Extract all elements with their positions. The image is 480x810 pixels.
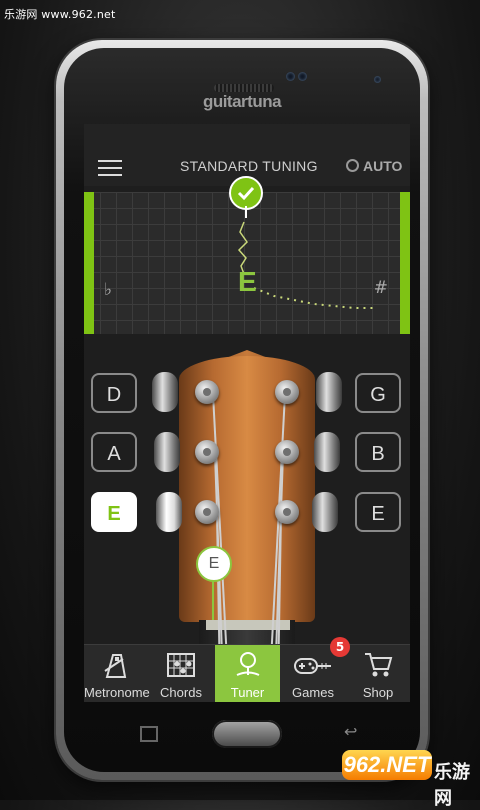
string-button-b[interactable]: B — [355, 432, 401, 472]
auto-mode-label: AUTO — [363, 158, 403, 174]
tuning-peg-icon — [195, 380, 219, 404]
tuner-icon — [236, 652, 259, 676]
tuning-meter: ♭ # E — [84, 192, 410, 334]
sensor-icon — [298, 72, 307, 81]
string-button-g[interactable]: G — [355, 373, 401, 413]
tab-label: Chords — [160, 685, 202, 700]
chords-icon — [167, 653, 195, 677]
recent-apps-icon[interactable] — [140, 726, 158, 742]
sensor-icon — [286, 72, 295, 81]
app-screen: STANDARD TUNING AUTO ♭ # E D A E G B E E… — [84, 124, 410, 702]
tab-shop[interactable]: Shop — [346, 645, 410, 702]
earpiece-speaker — [214, 84, 274, 92]
home-button[interactable] — [212, 720, 282, 748]
tuning-knob[interactable] — [314, 432, 340, 472]
cart-icon — [365, 653, 393, 677]
watermark-logo: 962.NET — [342, 750, 432, 780]
gamepad-guitar-icon — [294, 658, 331, 674]
tuning-knob-active[interactable] — [156, 492, 182, 532]
tuning-peg-icon — [195, 500, 219, 524]
radio-circle-icon — [346, 159, 359, 172]
detected-note: E — [238, 266, 257, 297]
auto-mode-toggle[interactable]: AUTO — [346, 158, 402, 174]
in-tune-check-icon — [229, 176, 263, 218]
watermark-text: 乐游网 — [434, 762, 470, 809]
tab-chords[interactable]: Chords — [148, 645, 214, 702]
device-brand: guitartuna — [202, 92, 282, 111]
bottom-tab-bar: Metronome Chords Tuner Games 5 Shop — [84, 637, 410, 702]
string-button-high-e[interactable]: E — [355, 492, 401, 532]
tuning-knob[interactable] — [152, 372, 178, 412]
phone-bezel: guitartuna STANDARD TUNING AUTO ♭ # E D … — [64, 48, 420, 772]
tab-metronome[interactable]: Metronome — [84, 645, 150, 702]
string-pin-marker: E — [196, 546, 232, 582]
phone-frame: guitartuna STANDARD TUNING AUTO ♭ # E D … — [56, 40, 428, 780]
tuning-knob[interactable] — [312, 492, 338, 532]
string-button-d[interactable]: D — [91, 373, 137, 413]
hamburger-menu-icon[interactable] — [98, 160, 122, 176]
tab-label: Tuner — [230, 685, 265, 700]
tuning-peg-icon — [195, 440, 219, 464]
back-icon[interactable]: ↩ — [344, 722, 357, 741]
tuning-knob[interactable] — [316, 372, 342, 412]
tab-tuner[interactable]: Tuner — [215, 645, 280, 702]
tuning-peg-icon — [275, 380, 299, 404]
string-button-low-e[interactable]: E — [91, 492, 137, 532]
tuning-title[interactable]: STANDARD TUNING — [180, 158, 318, 174]
tuning-peg-icon — [275, 440, 299, 464]
tuning-knob[interactable] — [154, 432, 180, 472]
pitch-trace — [237, 221, 374, 309]
watermark-bottom: 962.NET 乐游网 — [342, 750, 478, 809]
string-pin-stem — [212, 580, 214, 620]
tuning-peg-icon — [275, 500, 299, 524]
watermark-top: 乐游网 www.962.net — [4, 8, 116, 21]
tab-label: Shop — [362, 685, 394, 700]
string-button-a[interactable]: A — [91, 432, 137, 472]
front-camera-icon — [374, 76, 381, 83]
tab-label: Metronome — [84, 685, 150, 700]
metronome-icon — [104, 654, 127, 678]
tab-label: Games — [292, 685, 334, 700]
